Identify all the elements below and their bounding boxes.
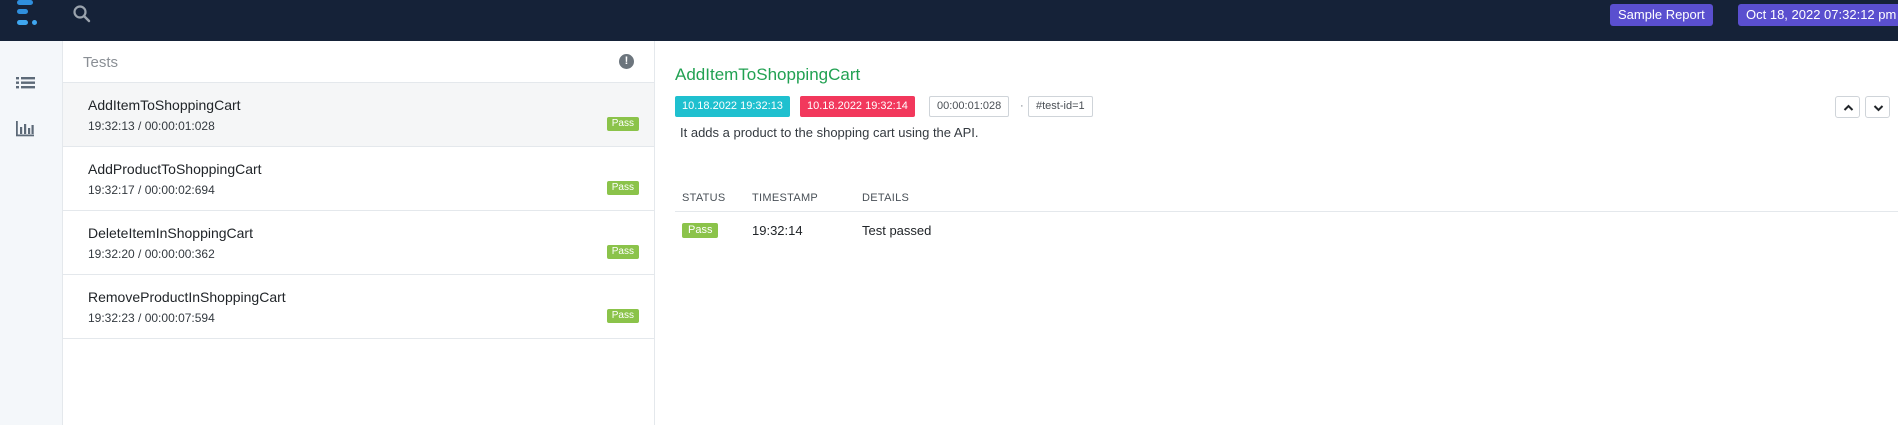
chevron-down-icon [1873,105,1884,112]
column-timestamp: TIMESTAMP [752,192,819,204]
report-date-badge: Oct 18, 2022 07:32:12 pm [1738,4,1898,26]
status-badge: Pass [606,245,639,259]
status-badge: Pass [606,181,639,195]
log-timestamp: 19:32:14 [752,223,803,238]
bar-chart-icon[interactable] [16,121,35,137]
info-icon[interactable]: ! [619,54,634,69]
column-status: STATUS [682,192,726,204]
test-time: 19:32:23 / 00:00:07:594 [88,311,215,325]
test-time: 19:32:13 / 00:00:01:028 [88,119,215,133]
start-time-badge: 10.18.2022 19:32:13 [675,96,790,117]
test-description: It adds a product to the shopping cart u… [680,125,979,140]
chevron-up-icon [1843,104,1854,111]
column-details: DETAILS [862,192,910,204]
log-row: Pass 19:32:14 Test passed [675,213,1898,251]
nav-rail [0,41,63,425]
search-icon[interactable] [72,4,92,24]
test-time: 19:32:20 / 00:00:00:362 [88,247,215,261]
duration-badge: 00:00:01:028 [929,96,1010,117]
test-detail-title: AddItemToShoppingCart [675,65,861,84]
test-list-item[interactable]: AddItemToShoppingCart 19:32:13 / 00:00:0… [63,83,654,147]
report-name-badge: Sample Report [1610,4,1713,26]
end-time-badge: 10.18.2022 19:32:14 [800,96,915,117]
tests-panel-header: Tests ! [63,41,654,83]
next-test-button[interactable] [1865,96,1890,118]
status-badge: Pass [606,117,639,131]
test-list-item[interactable]: DeleteItemInShoppingCart 19:32:20 / 00:0… [63,211,654,275]
test-name: DeleteItemInShoppingCart [88,225,253,241]
tests-panel-title: Tests [83,54,119,71]
test-name: AddItemToShoppingCart [88,97,241,113]
previous-test-button[interactable] [1835,96,1860,118]
test-name: AddProductToShoppingCart [88,161,262,177]
test-list-item[interactable]: AddProductToShoppingCart 19:32:17 / 00:0… [63,147,654,211]
separator: · [1020,100,1024,112]
test-name: RemoveProductInShoppingCart [88,289,286,305]
log-table-header: STATUS TIMESTAMP DETAILS [675,186,1898,212]
log-details: Test passed [862,223,932,238]
list-icon[interactable] [16,76,35,92]
status-badge: Pass [606,309,639,323]
test-list-item[interactable]: RemoveProductInShoppingCart 19:32:23 / 0… [63,275,654,339]
test-id-badge: #test-id=1 [1028,96,1093,117]
test-time: 19:32:17 / 00:00:02:694 [88,183,215,197]
top-bar: Sample Report Oct 18, 2022 07:32:12 pm [0,0,1898,41]
tests-panel: Tests ! AddItemToShoppingCart 19:32:13 /… [63,41,655,425]
app-logo[interactable] [14,0,44,30]
test-detail-pane: AddItemToShoppingCart 10.18.2022 19:32:1… [655,41,1898,425]
log-status-badge: Pass [682,223,719,238]
